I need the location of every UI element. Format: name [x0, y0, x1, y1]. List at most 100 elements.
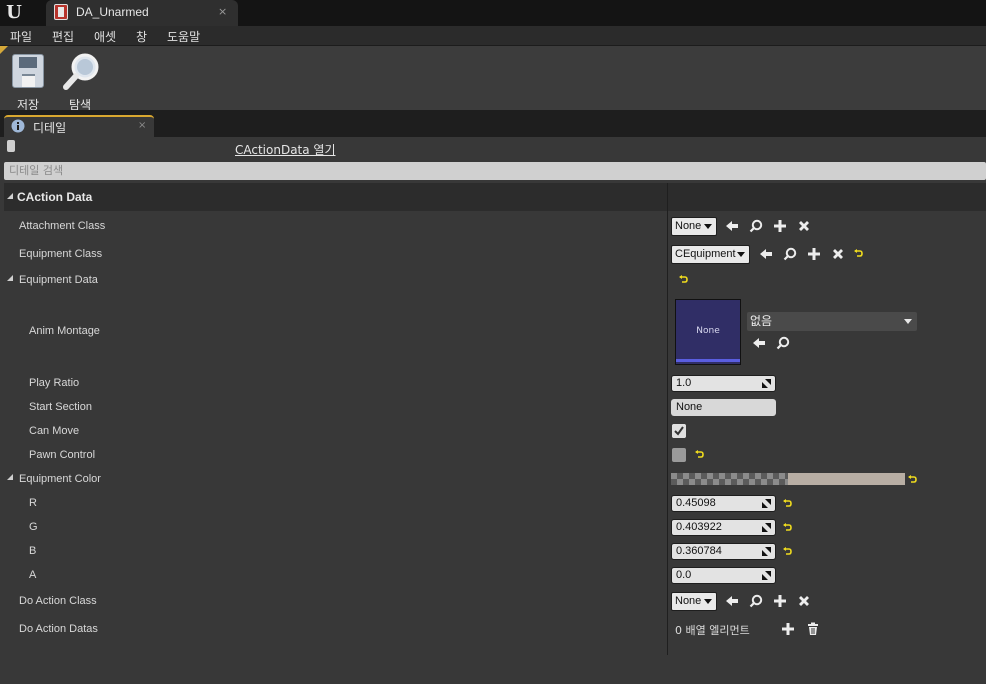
menu-window[interactable]: 창	[136, 28, 147, 45]
equipment-class-label: Equipment Class	[19, 248, 103, 260]
array-element-count: 0 배열 엘리먼트	[675, 624, 750, 637]
search-icon[interactable]	[776, 336, 790, 350]
play-ratio-field[interactable]: 1.0	[671, 375, 776, 392]
expand-triangle-icon[interactable]	[7, 275, 13, 281]
chevron-down-icon	[704, 224, 712, 229]
chevron-down-icon	[904, 319, 912, 324]
reset-to-default-icon[interactable]	[783, 499, 792, 508]
plus-icon[interactable]	[773, 219, 787, 233]
a-field[interactable]: 0.0	[671, 567, 776, 584]
document-tab[interactable]: DA_Unarmed ×	[46, 0, 238, 26]
category-header[interactable]: CAction Data	[4, 183, 986, 211]
reset-to-default-icon[interactable]	[854, 249, 863, 258]
arrow-left-icon[interactable]	[725, 219, 739, 233]
reset-to-default-icon[interactable]	[908, 475, 917, 484]
arrow-left-icon[interactable]	[752, 336, 766, 350]
do-action-class-combo[interactable]: None	[671, 592, 717, 611]
plus-icon[interactable]	[781, 622, 795, 636]
menu-help[interactable]: 도움말	[167, 28, 200, 45]
pawn-control-checkbox[interactable]	[672, 448, 686, 462]
panel-tab-strip: 디테일 ×	[0, 110, 986, 137]
equipment-color-label: Equipment Color	[19, 473, 101, 485]
reset-to-default-icon[interactable]	[783, 523, 792, 532]
g-label: G	[29, 521, 38, 533]
search-icon[interactable]	[783, 247, 797, 261]
b-field[interactable]: 0.360784	[671, 543, 776, 560]
a-label: A	[29, 569, 37, 581]
r-field[interactable]: 0.45098	[671, 495, 776, 512]
open-class-link[interactable]: CActionData 열기	[235, 141, 336, 158]
chevron-down-icon	[704, 599, 712, 604]
plus-icon[interactable]	[773, 594, 787, 608]
a-value: 0.0	[676, 569, 692, 581]
attachment-class-label: Attachment Class	[19, 220, 106, 232]
menu-edit[interactable]: 편집	[52, 28, 74, 45]
menu-bar: 파일 편집 애셋 창 도움말	[0, 26, 986, 46]
data-asset-icon	[54, 4, 68, 20]
x-icon[interactable]	[797, 594, 811, 608]
b-label: B	[29, 545, 37, 557]
r-value: 0.45098	[676, 497, 716, 509]
g-field[interactable]: 0.403922	[671, 519, 776, 536]
play-ratio-value: 1.0	[676, 377, 692, 389]
trash-icon[interactable]	[806, 622, 820, 636]
info-icon	[11, 119, 25, 133]
details-tab[interactable]: 디테일 ×	[4, 115, 154, 137]
spin-drag-icon[interactable]	[762, 523, 771, 532]
attachment-class-value: None	[675, 220, 702, 232]
title-bar: U DA_Unarmed ×	[0, 0, 986, 26]
alpha-checker	[671, 473, 788, 485]
arrow-left-icon[interactable]	[725, 594, 739, 608]
chevron-down-icon	[737, 252, 745, 257]
category-label: CAction Data	[17, 190, 93, 204]
x-icon[interactable]	[831, 247, 845, 261]
pawn-control-label: Pawn Control	[29, 449, 96, 461]
anim-montage-label: Anim Montage	[29, 325, 100, 337]
expand-triangle-icon[interactable]	[7, 474, 13, 480]
do-action-class-label: Do Action Class	[19, 595, 97, 607]
thumbnail-label: None	[696, 326, 720, 336]
lock-icon[interactable]	[7, 140, 15, 152]
toolbar: 저장 탐색	[0, 46, 986, 112]
spin-drag-icon[interactable]	[762, 547, 771, 556]
thumbnail-type-bar	[676, 359, 740, 362]
can-move-checkbox[interactable]	[672, 424, 686, 438]
arrow-left-icon[interactable]	[759, 247, 773, 261]
attachment-class-combo[interactable]: None	[671, 217, 717, 236]
equipment-class-combo[interactable]: CEquipment	[671, 245, 750, 264]
document-tab-label: DA_Unarmed	[76, 5, 149, 19]
column-splitter[interactable]	[667, 183, 668, 655]
start-section-field[interactable]: None	[671, 399, 776, 416]
do-action-datas-label: Do Action Datas	[19, 623, 98, 635]
spin-drag-icon[interactable]	[762, 499, 771, 508]
reset-to-default-icon[interactable]	[695, 450, 704, 459]
spin-drag-icon[interactable]	[762, 571, 771, 580]
equipment-color-swatch[interactable]	[671, 473, 905, 485]
x-icon[interactable]	[797, 219, 811, 233]
save-button[interactable]: 저장	[6, 52, 50, 112]
details-search-input[interactable]: 디테일 검색	[4, 162, 986, 180]
magnifier-icon	[63, 53, 99, 90]
spin-drag-icon[interactable]	[762, 379, 771, 388]
g-value: 0.403922	[676, 521, 722, 533]
close-details-icon[interactable]: ×	[138, 120, 146, 131]
close-tab-icon[interactable]: ×	[218, 5, 227, 18]
browse-button[interactable]: 탐색	[58, 52, 102, 112]
reset-to-default-icon[interactable]	[679, 275, 688, 284]
do-action-class-value: None	[675, 595, 702, 607]
plus-icon[interactable]	[807, 247, 821, 261]
search-icon[interactable]	[749, 219, 763, 233]
anim-montage-value: 없음	[750, 314, 773, 328]
menu-file[interactable]: 파일	[10, 28, 32, 45]
expand-triangle-icon	[7, 193, 13, 199]
can-move-label: Can Move	[29, 425, 80, 437]
menu-asset[interactable]: 애셋	[94, 28, 116, 45]
asset-thumbnail[interactable]: None	[675, 299, 741, 365]
search-icon[interactable]	[749, 594, 763, 608]
equipment-data-label: Equipment Data	[19, 274, 98, 286]
color-solid	[788, 473, 905, 485]
start-section-label: Start Section	[29, 401, 92, 413]
reset-to-default-icon[interactable]	[783, 547, 792, 556]
anim-montage-asset-combo[interactable]: 없음	[747, 312, 917, 331]
play-ratio-label: Play Ratio	[29, 377, 80, 389]
